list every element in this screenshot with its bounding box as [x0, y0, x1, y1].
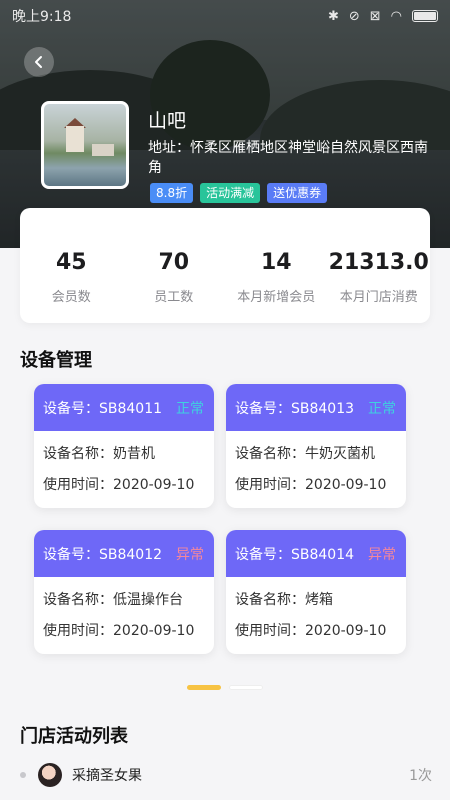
device-usage-time: 使用时间：2020-09-10 — [43, 477, 195, 493]
store-photo — [41, 101, 129, 189]
stat-value: 70 — [158, 250, 190, 275]
device-section-title: 设备管理 — [20, 350, 92, 371]
activity-section-title: 门店活动列表 — [20, 726, 128, 747]
device-card[interactable]: 设备号：SB84011 正常 设备名称：奶昔机 使用时间：2020-09-10 — [34, 384, 214, 508]
device-usage-time: 使用时间：2020-09-10 — [235, 477, 387, 493]
device-status: 正常 — [368, 400, 396, 417]
device-card[interactable]: 设备号：SB84014 异常 设备名称：烤箱 使用时间：2020-09-10 — [226, 530, 406, 654]
pager-dot-active[interactable] — [187, 685, 221, 690]
device-card[interactable]: 设备号：SB84013 正常 设备名称：牛奶灭菌机 使用时间：2020-09-1… — [226, 384, 406, 508]
battery-icon — [412, 10, 438, 22]
stat-staff[interactable]: 70 员工数 — [123, 208, 226, 323]
stat-label: 会员数 — [51, 290, 91, 305]
stat-new-members[interactable]: 14 本月新增会员 — [225, 208, 328, 323]
stat-members[interactable]: 45 会员数 — [20, 208, 123, 323]
device-id: 设备号：SB84012 — [43, 546, 163, 563]
stat-value: 14 — [260, 250, 292, 275]
device-name: 设备名称：牛奶灭菌机 — [235, 446, 375, 462]
tag-coupon: 送优惠券 — [267, 183, 328, 203]
stat-monthly-spending[interactable]: 21313.0 本月门店消费 — [328, 208, 431, 323]
device-card-header: 设备号：SB84011 正常 — [34, 384, 214, 431]
device-status: 异常 — [176, 546, 204, 563]
tag-discount: 8.8折 — [150, 183, 194, 203]
stat-value: 21313.0 — [328, 250, 429, 275]
device-name: 设备名称：烤箱 — [235, 592, 333, 608]
status-bar: 晚上9:18 ✱ ⊘ ⊠ ◠ — [0, 0, 450, 32]
store-address: 地址：怀柔区雁栖地区神堂峪自然风景区西南角 — [148, 140, 428, 176]
stat-value: 45 — [55, 250, 87, 275]
device-status: 正常 — [176, 400, 204, 417]
device-id: 设备号：SB84013 — [235, 400, 355, 417]
stat-label: 本月门店消费 — [339, 290, 418, 305]
device-name: 设备名称：奶昔机 — [43, 446, 155, 462]
pager-dot[interactable] — [229, 685, 263, 690]
device-card-header: 设备号：SB84014 异常 — [226, 530, 406, 577]
device-usage-time: 使用时间：2020-09-10 — [235, 623, 387, 639]
back-button[interactable] — [24, 47, 54, 77]
device-id: 设备号：SB84011 — [43, 400, 163, 417]
device-card[interactable]: 设备号：SB84012 异常 设备名称：低温操作台 使用时间：2020-09-1… — [34, 530, 214, 654]
device-status: 异常 — [368, 546, 396, 563]
chevron-left-icon — [35, 56, 42, 68]
device-card-header: 设备号：SB84013 正常 — [226, 384, 406, 431]
stats-card: 45 会员数 70 员工数 14 本月新增会员 21313.0 本月门店消费 — [20, 208, 430, 323]
store-name: 山吧 — [148, 110, 187, 132]
tag-promotion: 活动满减 — [200, 183, 261, 203]
bullet-icon — [20, 772, 26, 778]
device-id: 设备号：SB84014 — [235, 546, 355, 563]
status-time: 晚上9:18 — [12, 9, 72, 25]
activity-count: 1次 — [409, 768, 432, 784]
device-usage-time: 使用时间：2020-09-10 — [43, 623, 195, 639]
avatar — [38, 763, 62, 787]
activity-list-item[interactable]: 采摘圣女果 1次 — [20, 760, 432, 790]
device-name: 设备名称：低温操作台 — [43, 592, 183, 608]
pager-indicator — [187, 685, 263, 690]
activity-name: 采摘圣女果 — [72, 768, 142, 784]
device-card-header: 设备号：SB84012 异常 — [34, 530, 214, 577]
store-tags: 8.8折 活动满减 送优惠券 — [150, 183, 328, 203]
sim-icon: ⊠ — [369, 8, 381, 24]
stat-label: 本月新增会员 — [237, 290, 316, 305]
wifi-icon: ◠ — [390, 8, 402, 24]
bluetooth-icon: ✱ — [327, 8, 339, 24]
mute-icon: ⊘ — [348, 8, 360, 24]
stat-label: 员工数 — [154, 290, 194, 305]
